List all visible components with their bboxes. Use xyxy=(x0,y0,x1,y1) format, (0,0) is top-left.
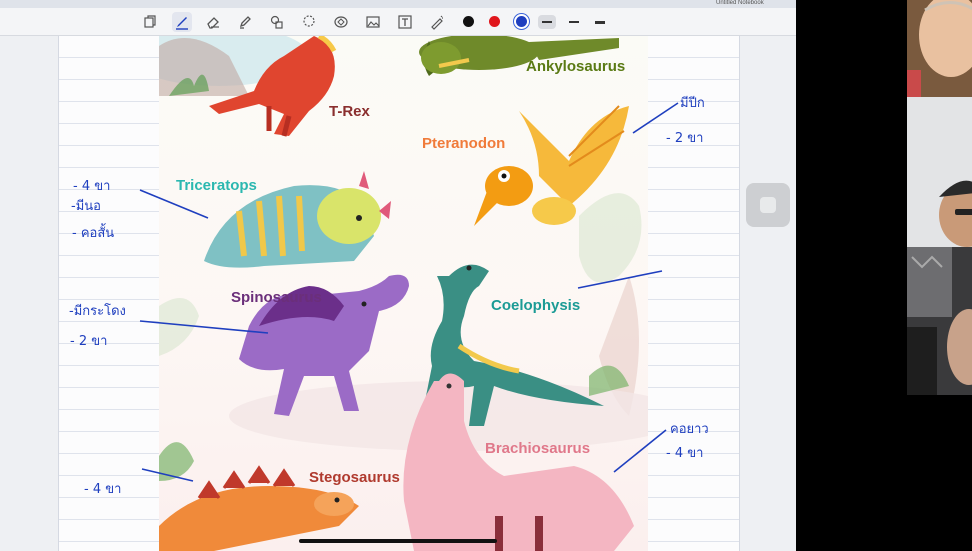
note-stegosaurus-legs: - 4 ขา xyxy=(84,482,122,497)
ink-line-spinosaurus xyxy=(139,320,269,334)
participant-video-strip xyxy=(907,0,972,395)
participant-3-video xyxy=(907,247,972,395)
note-pteranodon-legs: - 2 ขา xyxy=(666,131,704,146)
note-triceratops-neck: - คอสั้น xyxy=(72,226,115,241)
ink-line-brachiosaurus xyxy=(613,429,667,473)
video-tile-participant-3[interactable] xyxy=(907,247,972,395)
ink-line-stegosaurus xyxy=(141,468,194,482)
ink-line-triceratops xyxy=(139,189,209,219)
notes-app: Untitled Notebook Ankylosaurus T-Rex Pte… xyxy=(0,0,796,551)
video-tile-participant-1[interactable] xyxy=(907,0,972,97)
participant-2-video xyxy=(907,97,972,247)
note-brachiosaurus-neck: คอยาว xyxy=(670,422,709,437)
note-spinosaurus-sail: -มีกระโดง xyxy=(69,304,126,319)
note-spinosaurus-legs: - 2 ขา xyxy=(70,334,108,349)
note-triceratops-legs: - 4 ขา xyxy=(73,179,111,194)
home-indicator[interactable] xyxy=(299,539,497,543)
ink-line-coelophysis xyxy=(577,270,663,289)
note-pteranodon-wings: มีปีก xyxy=(680,96,705,111)
video-tile-participant-2[interactable] xyxy=(907,97,972,247)
note-triceratops-horn: -มีนอ xyxy=(71,199,101,214)
ink-strokes[interactable] xyxy=(0,0,796,551)
participant-1-video xyxy=(907,0,972,97)
floating-assistive-button[interactable] xyxy=(746,183,790,227)
note-brachiosaurus-legs: - 4 ขา xyxy=(666,446,704,461)
